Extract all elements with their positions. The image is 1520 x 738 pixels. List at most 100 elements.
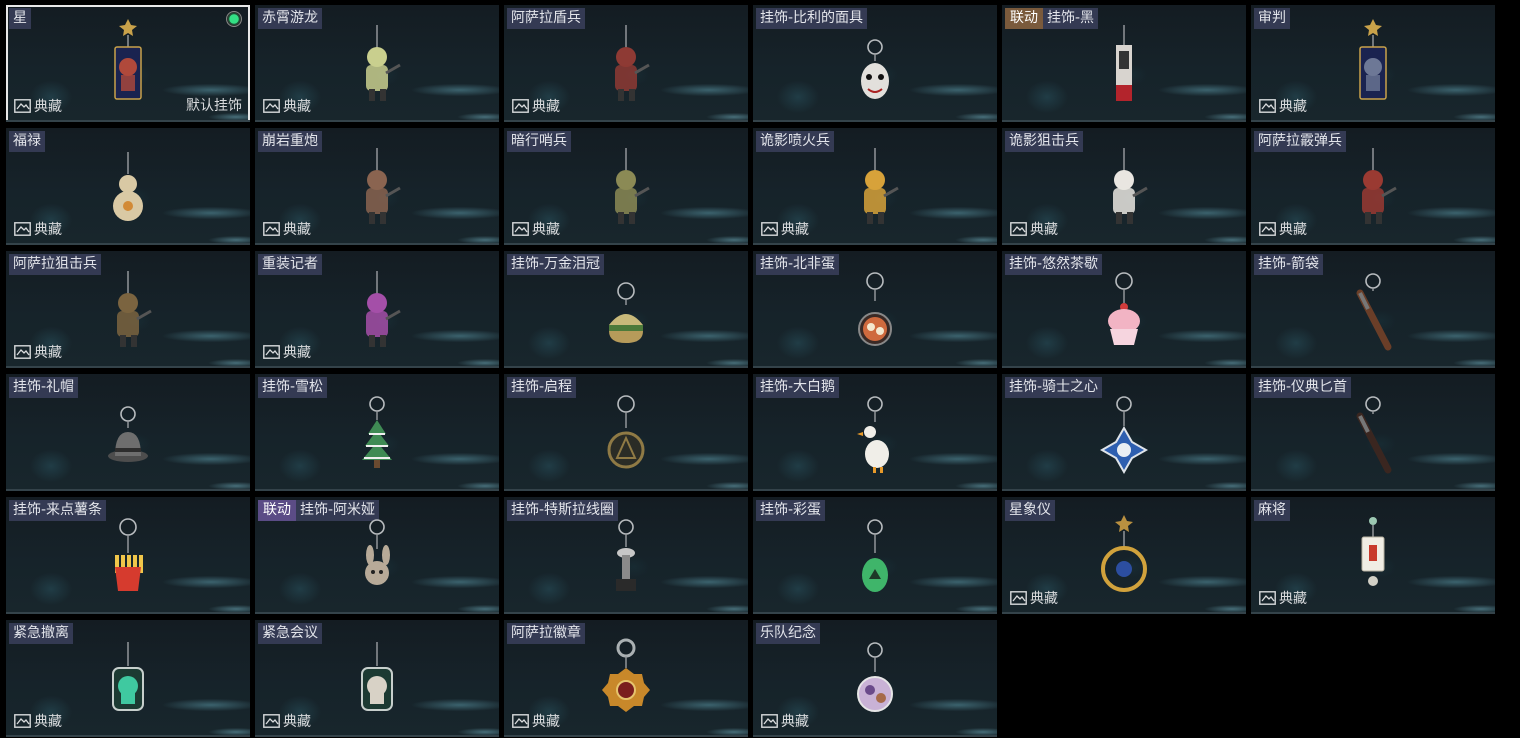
charm-card[interactable]: 阿萨拉徽章典藏: [504, 620, 748, 737]
collection-icon: [761, 714, 778, 728]
charm-name-tag: 阿萨拉狙击兵: [9, 254, 101, 275]
charm-card[interactable]: 崩岩重炮 典藏: [255, 128, 499, 245]
charm-card[interactable]: 星象仪 典藏: [1002, 497, 1246, 614]
collection-icon: [14, 222, 31, 236]
charm-name-tag: 挂饰-骑士之心: [1005, 377, 1103, 398]
charm-name: 紧急撤离: [9, 623, 73, 644]
charm-card[interactable]: 紧急撤离 典藏: [6, 620, 250, 737]
charm-card[interactable]: 紧急会议典藏: [255, 620, 499, 737]
collection-label: 典藏: [761, 711, 809, 731]
charm-card[interactable]: 阿萨拉狙击兵典藏: [6, 251, 250, 368]
collection-icon: [263, 714, 280, 728]
collection-label: 典藏: [512, 219, 560, 239]
charm-card[interactable]: 挂饰-万金泪冠: [504, 251, 748, 368]
charm-card[interactable]: 联动 挂饰-黑: [1002, 5, 1246, 122]
fries-charm-icon: [93, 497, 163, 614]
charm-name: 审判: [1254, 8, 1290, 29]
charm-name-tag: 暗行哨兵: [507, 131, 571, 152]
charm-name-tag: 阿萨拉徽章: [507, 623, 585, 644]
collection-text: 典藏: [34, 345, 62, 361]
gourd-charm-icon: [93, 128, 163, 245]
charm-name-tag: 挂饰-启程: [507, 377, 577, 398]
charm-card[interactable]: 诡影狙击兵 典藏: [1002, 128, 1246, 245]
charm-card[interactable]: 挂饰-悠然茶歇: [1002, 251, 1246, 368]
charm-name-tag: 挂饰-箭袋: [1254, 254, 1324, 275]
collection-icon: [1259, 591, 1276, 605]
charm-name-tag: 挂饰-礼帽: [9, 377, 79, 398]
collection-label: 典藏: [263, 219, 311, 239]
tesla-coil-charm-icon: [591, 497, 661, 614]
dragon-figure-charm-icon: [342, 5, 412, 122]
judgement-tarot-card-charm-icon: [1338, 5, 1408, 122]
charm-name: 阿萨拉狙击兵: [9, 254, 101, 275]
collection-text: 典藏: [532, 222, 560, 238]
collection-icon: [512, 222, 529, 236]
collection-label: 典藏: [761, 219, 809, 239]
charm-name: 挂饰-仪典匕首: [1254, 377, 1352, 398]
charm-card[interactable]: 诡影喷火兵 典藏: [753, 128, 997, 245]
charm-card[interactable]: 挂饰-仪典匕首: [1251, 374, 1495, 491]
charm-card[interactable]: 赤霄游龙 典藏: [255, 5, 499, 122]
charm-name-tag: 赤霄游龙: [258, 8, 322, 29]
quiver-charm-icon: [1338, 251, 1408, 368]
charm-name: 赤霄游龙: [258, 8, 322, 29]
charm-name-tag: 挂饰-来点薯条: [9, 500, 107, 521]
charm-card[interactable]: 福禄 典藏: [6, 128, 250, 245]
ghost-sniper-charm-icon: [1089, 128, 1159, 245]
charm-name-tag: 阿萨拉盾兵: [507, 8, 585, 29]
evac-acrylic-charm-icon: [93, 620, 163, 737]
charm-name: 挂饰-箭袋: [1254, 254, 1324, 275]
collection-label: 典藏: [512, 96, 560, 116]
charm-card[interactable]: 挂饰-来点薯条: [6, 497, 250, 614]
charm-name-tag: 挂饰-北非蛋: [756, 254, 840, 275]
charm-card[interactable]: 挂饰-比利的面具: [753, 5, 997, 122]
charm-name-tag: 诡影狙击兵: [1005, 131, 1083, 152]
charm-card[interactable]: 麻将 典藏: [1251, 497, 1495, 614]
charm-name: 挂饰-来点薯条: [9, 500, 107, 521]
easter-egg-charm-icon: [840, 497, 910, 614]
collection-label: 典藏: [14, 342, 62, 362]
charm-name-tag: 紧急撤离: [9, 623, 73, 644]
collection-icon: [1259, 222, 1276, 236]
collab-badge: 联动: [1005, 8, 1043, 29]
collection-label: 典藏: [1259, 96, 1307, 116]
charm-card[interactable]: 联动 挂饰-阿米娅: [255, 497, 499, 614]
charm-name: 崩岩重炮: [258, 131, 322, 152]
charm-card[interactable]: 挂饰-礼帽: [6, 374, 250, 491]
collection-icon: [1010, 222, 1027, 236]
charm-card[interactable]: 审判典藏: [1251, 5, 1495, 122]
charm-name-tag: 紧急会议: [258, 623, 322, 644]
charm-name: 麻将: [1254, 500, 1290, 521]
star-tarot-card-charm-icon: [93, 5, 163, 122]
charm-name-tag: 挂饰-万金泪冠: [507, 254, 605, 275]
charm-card[interactable]: 挂饰-特斯拉线圈: [504, 497, 748, 614]
charm-card[interactable]: 暗行哨兵典藏: [504, 128, 748, 245]
collection-text: 典藏: [283, 714, 311, 730]
charm-card[interactable]: 挂饰-北非蛋: [753, 251, 997, 368]
charm-name: 挂饰-大白鹅: [756, 377, 840, 398]
charm-name-tag: 挂饰-仪典匕首: [1254, 377, 1352, 398]
charm-grid: 星典藏 默认挂饰 赤霄游龙 典藏 阿萨拉盾兵 典藏 挂饰-比利的面具 联动 挂饰-黑 审判 典藏 福禄…: [6, 5, 1495, 737]
collection-label: 典藏: [512, 711, 560, 731]
charm-card[interactable]: 乐队纪念 典藏: [753, 620, 997, 737]
knight-cross-charm-icon: [1089, 374, 1159, 491]
collection-icon: [263, 345, 280, 359]
charm-card[interactable]: 挂饰-骑士之心: [1002, 374, 1246, 491]
shield-soldier-charm-icon: [591, 5, 661, 122]
charm-name: 阿萨拉徽章: [507, 623, 585, 644]
charm-name: 挂饰-骑士之心: [1005, 377, 1103, 398]
collection-text: 典藏: [781, 222, 809, 238]
charm-card[interactable]: 挂饰-彩蛋: [753, 497, 997, 614]
hat-charm-icon: [93, 374, 163, 491]
charm-card[interactable]: 挂饰-雪松: [255, 374, 499, 491]
cupcake-charm-icon: [1089, 251, 1159, 368]
charm-card[interactable]: 阿萨拉盾兵典藏: [504, 5, 748, 122]
charm-card[interactable]: 重装记者 典藏: [255, 251, 499, 368]
charm-card[interactable]: 挂饰-大白鹅: [753, 374, 997, 491]
charm-card[interactable]: 挂饰-箭袋: [1251, 251, 1495, 368]
collection-icon: [263, 99, 280, 113]
charm-card[interactable]: 阿萨拉霰弹兵 典藏: [1251, 128, 1495, 245]
charm-name: 紧急会议: [258, 623, 322, 644]
charm-card[interactable]: 星典藏 默认挂饰: [6, 5, 250, 122]
charm-card[interactable]: 挂饰-启程: [504, 374, 748, 491]
